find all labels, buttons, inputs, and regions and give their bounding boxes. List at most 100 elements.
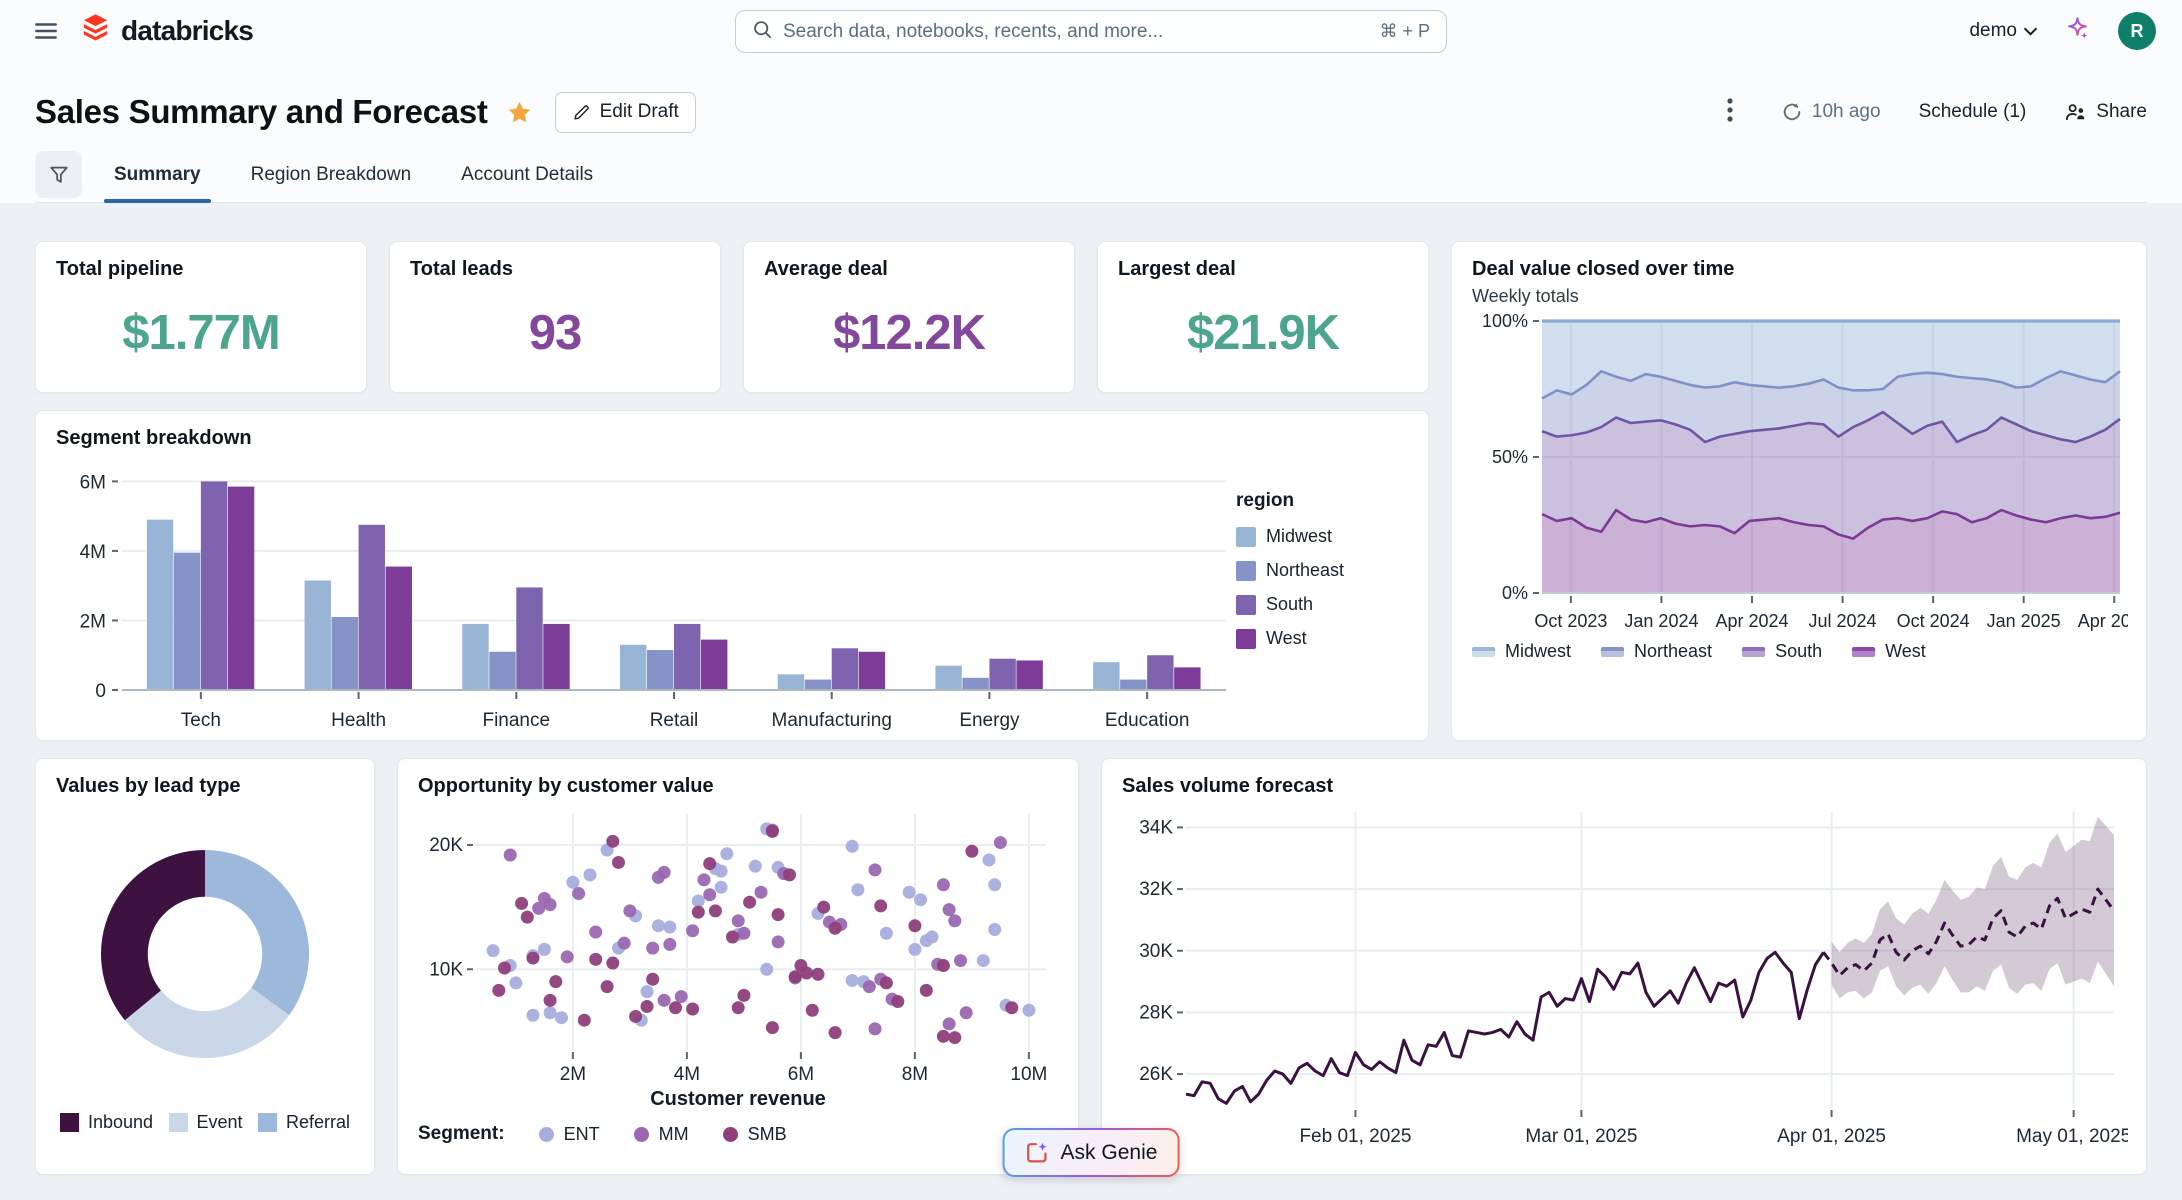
svg-text:100%: 100%: [1482, 311, 1528, 331]
legend-item-label: West: [1885, 641, 1926, 662]
user-avatar[interactable]: R: [2118, 12, 2156, 50]
svg-text:50%: 50%: [1492, 447, 1528, 467]
legend-item: Event: [169, 1112, 243, 1133]
legend-item-label: Northeast: [1634, 641, 1712, 662]
svg-text:4M: 4M: [80, 542, 106, 563]
kpi-card-total-leads: Total leads 93: [389, 241, 721, 393]
tab-region-breakdown[interactable]: Region Breakdown: [249, 150, 414, 202]
x-axis-title: Customer revenue: [418, 1088, 1058, 1111]
legend-item-label: MM: [659, 1124, 689, 1145]
legend-item-label: Midwest: [1505, 641, 1571, 662]
legend-swatch: [60, 1113, 79, 1132]
lead-type-legend: Inbound Event Referral: [56, 1112, 354, 1133]
segment-breakdown-chart: TechHealthFinanceRetailManufacturingEner…: [56, 450, 1236, 734]
global-search-input[interactable]: Search data, notebooks, recents, and mor…: [735, 10, 1447, 53]
tab-account-details[interactable]: Account Details: [459, 150, 595, 202]
svg-text:2M: 2M: [80, 611, 106, 632]
chart-title: Sales volume forecast: [1122, 775, 2126, 798]
search-icon: [752, 19, 773, 45]
chart-title: Segment breakdown: [56, 427, 1408, 450]
kebab-menu-icon[interactable]: [1717, 91, 1743, 134]
legend-item-label: Midwest: [1266, 526, 1332, 547]
ask-genie-label: Ask Genie: [1061, 1141, 1158, 1165]
svg-text:4M: 4M: [674, 1064, 700, 1085]
legend-item-label: SMB: [748, 1124, 787, 1145]
svg-text:2M: 2M: [560, 1064, 586, 1085]
legend-item: Referral: [258, 1112, 350, 1133]
filter-button[interactable]: [35, 151, 82, 198]
svg-text:32K: 32K: [1139, 879, 1173, 900]
legend-title: region: [1236, 490, 1408, 512]
workspace-dropdown[interactable]: demo: [1969, 20, 2037, 42]
legend-swatch: [1472, 647, 1495, 657]
refresh-icon: [1781, 101, 1803, 123]
dashboard-tabs: Summary Region Breakdown Account Details: [35, 150, 2147, 203]
edit-draft-label: Edit Draft: [600, 101, 679, 123]
legend-item-label: Inbound: [88, 1112, 153, 1133]
top-navigation-bar: databricks Search data, notebooks, recen…: [0, 0, 2182, 62]
values-by-lead-type-card: Values by lead type InboundEventReferral: [35, 758, 375, 1175]
search-placeholder: Search data, notebooks, recents, and mor…: [783, 21, 1369, 43]
svg-text:Oct 2024: Oct 2024: [1897, 611, 1970, 631]
legend-item: South: [1236, 594, 1408, 615]
databricks-logo[interactable]: databricks: [80, 13, 253, 49]
kpi-card-largest-deal: Largest deal $21.9K: [1097, 241, 1429, 393]
legend-item-label: Northeast: [1266, 560, 1344, 581]
svg-text:10M: 10M: [1010, 1064, 1047, 1085]
kpi-card-total-pipeline: Total pipeline $1.77M: [35, 241, 367, 393]
svg-text:Apr 01, 2025: Apr 01, 2025: [1777, 1126, 1886, 1147]
svg-text:20K: 20K: [429, 835, 463, 856]
kpi-value: $21.9K: [1118, 305, 1408, 361]
databricks-wordmark: databricks: [121, 15, 253, 47]
legend-item: SMB: [723, 1124, 787, 1145]
legend-swatch: [169, 1113, 188, 1132]
chevron-down-icon: [2024, 27, 2037, 36]
legend-swatch: [1236, 561, 1256, 581]
svg-text:Health: Health: [331, 710, 386, 731]
svg-text:Finance: Finance: [482, 710, 550, 731]
legend-swatch: [1601, 647, 1624, 657]
assistant-sparkle-icon[interactable]: [2065, 16, 2090, 46]
svg-text:Mar 01, 2025: Mar 01, 2025: [1525, 1126, 1637, 1147]
svg-text:Tech: Tech: [181, 710, 221, 731]
edit-draft-button[interactable]: Edit Draft: [555, 92, 696, 133]
svg-text:28K: 28K: [1139, 1002, 1173, 1023]
svg-text:Apr 2024: Apr 2024: [1715, 611, 1788, 631]
legend-swatch: [634, 1127, 649, 1142]
pencil-icon: [572, 103, 591, 122]
sales-volume-forecast-card: Sales volume forecast 26K28K30K32K34KFeb…: [1101, 758, 2147, 1175]
svg-text:6M: 6M: [788, 1064, 814, 1085]
workspace-name: demo: [1969, 20, 2017, 42]
schedule-button[interactable]: Schedule (1): [1919, 101, 2027, 123]
legend-swatch: [539, 1127, 554, 1142]
lead-type-donut-chart: [56, 804, 354, 1104]
legend-item-label: South: [1775, 641, 1822, 662]
svg-text:Retail: Retail: [650, 710, 699, 731]
legend-item-label: South: [1266, 594, 1313, 615]
legend-swatch: [1742, 647, 1765, 657]
svg-text:Jan 2025: Jan 2025: [1987, 611, 2061, 631]
dashboard-canvas: Total pipeline $1.77M Total leads 93 Ave…: [0, 203, 2182, 1175]
segment-breakdown-card: Segment breakdown Tech Health Finance Retai…: [35, 410, 1429, 741]
favorite-star-icon[interactable]: [506, 99, 533, 126]
svg-text:10K: 10K: [429, 959, 463, 980]
sales-volume-forecast-chart: 26K28K30K32K34KFeb 01, 2025Mar 01, 2025A…: [1122, 798, 2128, 1150]
segment-legend: Segment: ENT MM SMB: [418, 1123, 1058, 1145]
last-refresh-label: 10h ago: [1812, 101, 1881, 123]
hamburger-menu-icon[interactable]: [26, 11, 66, 51]
legend-item-label: ENT: [564, 1124, 600, 1145]
title-section: Sales Summary and Forecast Edit Draft 10…: [0, 62, 2182, 203]
legend-swatch: [723, 1127, 738, 1142]
svg-text:Feb 01, 2025: Feb 01, 2025: [1299, 1126, 1411, 1147]
svg-text:Manufacturing: Manufacturing: [772, 710, 892, 731]
kpi-label: Largest deal: [1118, 258, 1408, 281]
kpi-label: Total leads: [410, 258, 700, 281]
svg-text:Apr 2025: Apr 2025: [2078, 611, 2128, 631]
tab-summary[interactable]: Summary: [112, 150, 203, 202]
legend-item: West: [1236, 628, 1408, 649]
refresh-status[interactable]: 10h ago: [1781, 101, 1881, 123]
legend-label: Segment:: [418, 1123, 505, 1145]
ask-genie-button[interactable]: Ask Genie: [1003, 1128, 1180, 1177]
share-button[interactable]: Share: [2064, 101, 2147, 124]
dashboard-page: databricks Search data, notebooks, recen…: [0, 0, 2182, 1200]
